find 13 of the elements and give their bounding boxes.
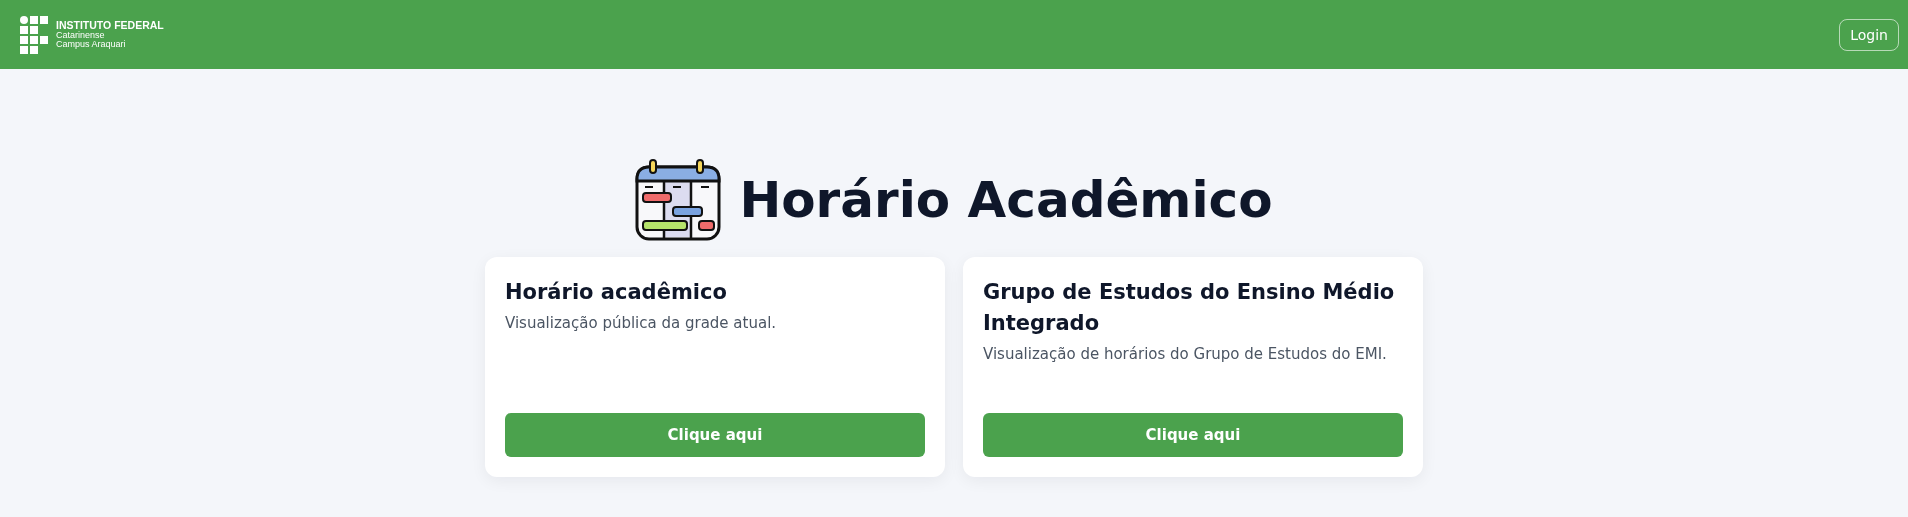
card-title: Horário acadêmico — [505, 279, 728, 306]
logo-icon — [20, 15, 48, 54]
login-button[interactable]: Login — [1839, 18, 1899, 51]
logo-subtitle: Campus Araquari — [56, 40, 127, 50]
page-title: Horário Acadêmico — [739, 171, 1273, 229]
card-button[interactable]: Clique aqui — [505, 413, 925, 457]
logo-name: INSTITUTO FEDERAL — [56, 19, 164, 31]
calendar-icon — [635, 159, 722, 241]
card-description: Visualização de horários do Grupo de Estudos do EMI. — [983, 345, 1388, 363]
logo-subtitle: Catarinense — [56, 30, 106, 40]
card-title: Grupo de Estudos do Ensino Médio Integrado — [983, 279, 1396, 337]
card-description: Visualização pública da grade atual. — [505, 314, 778, 332]
card-button[interactable]: Clique aqui — [983, 413, 1403, 457]
